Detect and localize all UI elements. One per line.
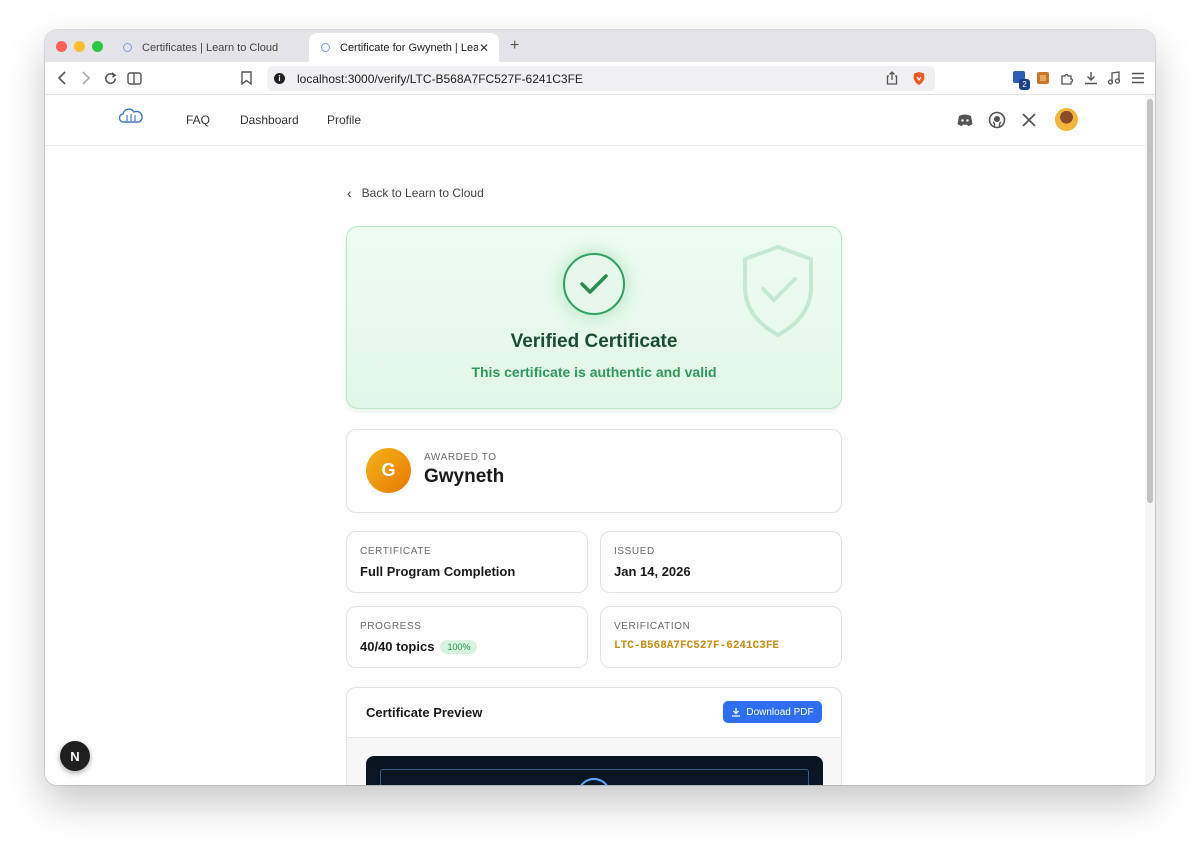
- tab-certificates[interactable]: Certificates | Learn to Cloud: [111, 33, 307, 62]
- page-viewport: FAQ Dashboard Profile ‹ Back to Learn to…: [45, 95, 1145, 785]
- back-link-label: Back to Learn to Cloud: [361, 186, 484, 200]
- minimize-window-button[interactable]: [74, 41, 85, 52]
- site-info-icon[interactable]: i: [274, 73, 285, 84]
- site-navbar: FAQ Dashboard Profile: [45, 95, 1145, 146]
- progress-card: PROGRESS 40/40 topics 100%: [346, 606, 588, 668]
- address-bar[interactable]: i localhost:3000/verify/LTC-B568A7FC527F…: [267, 66, 935, 91]
- verification-card: VERIFICATION LTC-B568A7FC527F-6241C3FE: [600, 606, 842, 668]
- learn-to-cloud-logo-icon[interactable]: [118, 107, 143, 127]
- extension-badge: 2: [1019, 79, 1030, 90]
- close-tab-icon[interactable]: ✕: [479, 41, 489, 55]
- nav-dashboard-link[interactable]: Dashboard: [240, 113, 299, 127]
- download-pdf-button[interactable]: Download PDF: [723, 701, 822, 723]
- extension-notes-icon[interactable]: [1034, 69, 1052, 87]
- progress-value: 40/40 topics: [360, 639, 435, 654]
- url-text: localhost:3000/verify/LTC-B568A7FC527F-6…: [297, 71, 583, 86]
- close-window-button[interactable]: [56, 41, 67, 52]
- progress-value-row: 40/40 topics 100%: [360, 639, 478, 654]
- site-favicon-icon: [123, 43, 132, 52]
- tab-bar: Certificates | Learn to Cloud Certificat…: [45, 30, 1155, 62]
- user-avatar[interactable]: [1055, 108, 1078, 131]
- new-tab-button[interactable]: +: [510, 37, 519, 55]
- issued-value: Jan 14, 2026: [614, 564, 691, 579]
- back-icon[interactable]: [53, 69, 71, 87]
- verification-label: VERIFICATION: [614, 621, 691, 632]
- awarded-card: G AWARDED TO Gwyneth: [346, 429, 842, 513]
- chevron-left-icon: ‹: [347, 185, 352, 201]
- progress-label: PROGRESS: [360, 621, 422, 632]
- download-icon: [732, 708, 741, 717]
- github-icon[interactable]: [988, 111, 1006, 129]
- issued-card: ISSUED Jan 14, 2026: [600, 531, 842, 593]
- certificate-value: Full Program Completion: [360, 564, 516, 579]
- downloads-icon[interactable]: [1082, 69, 1100, 87]
- preview-header: Certificate Preview Download PDF: [347, 688, 841, 738]
- discord-icon[interactable]: [956, 111, 974, 129]
- certificate-preview-card: Certificate Preview Download PDF: [346, 687, 842, 785]
- reload-icon[interactable]: [101, 69, 119, 87]
- verified-subtitle: This certificate is authentic and valid: [471, 364, 717, 380]
- certificate-type-card: CERTIFICATE Full Program Completion: [346, 531, 588, 593]
- certificate-label: CERTIFICATE: [360, 546, 432, 557]
- verified-banner: Verified Certificate This certificate is…: [346, 226, 842, 409]
- forward-icon[interactable]: [77, 69, 95, 87]
- tab-certificate-gwyneth[interactable]: Certificate for Gwyneth | Learn ✕: [309, 33, 499, 62]
- tab-title: Certificates | Learn to Cloud: [142, 41, 279, 54]
- bookmark-icon[interactable]: [237, 69, 255, 87]
- sidebar-icon[interactable]: [125, 69, 143, 87]
- recipient-name: Gwyneth: [424, 466, 505, 487]
- menu-icon[interactable]: [1129, 69, 1147, 87]
- back-link[interactable]: ‹ Back to Learn to Cloud: [347, 185, 484, 201]
- brave-shield-icon[interactable]: [910, 69, 928, 87]
- media-music-icon[interactable]: [1105, 69, 1123, 87]
- extensions-puzzle-icon[interactable]: [1058, 69, 1076, 87]
- issued-label: ISSUED: [614, 546, 655, 557]
- verification-code: LTC-B568A7FC527F-6241C3FE: [614, 640, 780, 652]
- x-icon[interactable]: [1020, 111, 1038, 129]
- scrollbar-thumb[interactable]: [1147, 99, 1153, 503]
- site-favicon-icon: [321, 43, 330, 52]
- page-scrollbar[interactable]: [1145, 95, 1155, 785]
- zoom-window-button[interactable]: [92, 41, 103, 52]
- verified-title: Verified Certificate: [510, 331, 678, 352]
- nav-profile-link[interactable]: Profile: [327, 113, 361, 127]
- verified-check-icon: [563, 253, 625, 315]
- recipient-avatar: G: [366, 448, 411, 493]
- share-icon[interactable]: [883, 69, 901, 87]
- progress-percent-badge: 100%: [440, 640, 478, 654]
- shield-watermark-icon: [743, 244, 813, 338]
- preview-body: [347, 738, 841, 785]
- browser-toolbar: i localhost:3000/verify/LTC-B568A7FC527F…: [45, 62, 1155, 95]
- nextjs-dev-indicator[interactable]: N: [60, 741, 90, 771]
- awarded-label: AWARDED TO: [424, 452, 497, 463]
- certificate-preview-image: [366, 756, 823, 785]
- download-pdf-label: Download PDF: [746, 706, 814, 718]
- preview-title: Certificate Preview: [366, 705, 483, 720]
- tab-title: Certificate for Gwyneth | Learn: [340, 41, 478, 54]
- nav-faq-link[interactable]: FAQ: [186, 113, 210, 127]
- browser-window: Certificates | Learn to Cloud Certificat…: [45, 30, 1155, 785]
